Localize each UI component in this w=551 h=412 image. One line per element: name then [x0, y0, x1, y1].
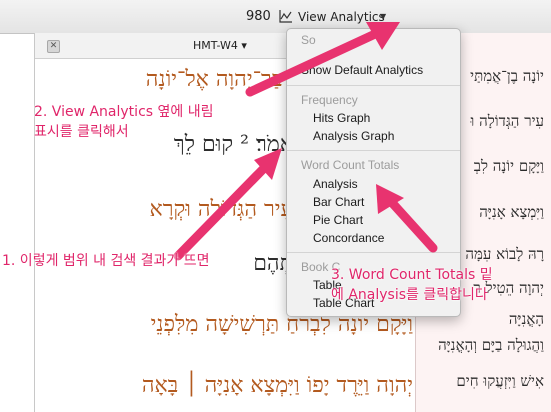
resource-selector[interactable]: HMT-W4 ▾ [193, 39, 247, 52]
menu-item-show-default-analytics[interactable]: Show Default Analytics [301, 63, 423, 77]
hebrew-line: יְהוָה וַיֵּרֶד יָפוֹ וַיִּמְצָא אָנִיָּ… [141, 373, 413, 398]
hebrew-line: הָאֳנִיָּה [508, 310, 544, 328]
hit-count: 980 [246, 9, 271, 24]
close-icon[interactable]: ✕ [47, 40, 60, 53]
chevron-down-icon: ▾ [241, 39, 247, 52]
hebrew-line: עִיר הַגְּדוֹלָה וּ [470, 112, 544, 130]
hebrew-line: ֵאמֹר׃ ² קוּם לֵךְ [174, 131, 293, 157]
hebrew-line: וַהֲגוּלָה בַיָּם וְהָאֳנִיָּה [438, 336, 544, 354]
hebrew-text: ֵאמֹר׃ ² קוּם לֵךְ [173, 132, 293, 157]
menu-separator [287, 252, 460, 253]
menu-separator [287, 85, 460, 86]
hebrew-line: וַיָּקָם יוֹנָה לִבְ [473, 157, 544, 175]
hebrew-line: רָהּ לָבוֹא עִמָּה [465, 245, 544, 263]
menu-item-analysis[interactable]: Analysis [313, 177, 358, 191]
annotation-step1: 1. 이렇게 범위 내 검색 결과가 뜨면 [2, 253, 210, 269]
menu-item-pie-chart[interactable]: Pie Chart [313, 213, 363, 227]
annotation-step2-line2: 표시를 클릭해서 [34, 124, 129, 140]
top-toolbar: 980 View Analytics ▼ [0, 0, 551, 34]
annotation-step2-line1: 2. View Analytics 옆에 내림 [34, 104, 214, 120]
chevron-down-icon[interactable]: ▼ [380, 12, 386, 21]
menu-item-concordance[interactable]: Concordance [313, 231, 384, 245]
menu-item-hits-graph[interactable]: Hits Graph [313, 111, 370, 125]
menu-item-bar-chart[interactable]: Bar Chart [313, 195, 364, 209]
hebrew-line: ָעִיר הַגְּדוֹלָה וּקְרָא [149, 197, 294, 222]
menu-item-analysis-graph[interactable]: Analysis Graph [313, 129, 394, 143]
hebrew-line: דְבַר־יְהוָה אֶל־יוֹנָה [145, 67, 293, 92]
menu-section-header: So [301, 33, 316, 47]
menu-section-word-count-totals: Word Count Totals [301, 158, 400, 172]
hebrew-line: וַיִּמְצָא אָנִיָּה [479, 203, 544, 221]
hebrew-line: יוֹנָה בֶן־אֲמִתַּי [470, 67, 544, 85]
resource-name: HMT-W4 [193, 39, 238, 52]
menu-separator [287, 150, 460, 151]
view-analytics-button[interactable]: View Analytics [298, 10, 385, 24]
pane-divider [34, 33, 35, 412]
menu-section-frequency: Frequency [301, 93, 358, 107]
line-graph-icon[interactable] [279, 9, 293, 23]
annotation-step3-line2: 에 Analysis를 클릭합니다 [331, 287, 488, 303]
annotation-step3-line1: 3. Word Count Totals 밑 [331, 267, 493, 283]
hebrew-line: אִישׁ וַיִּזְעֲקוּ חִים [456, 372, 544, 390]
